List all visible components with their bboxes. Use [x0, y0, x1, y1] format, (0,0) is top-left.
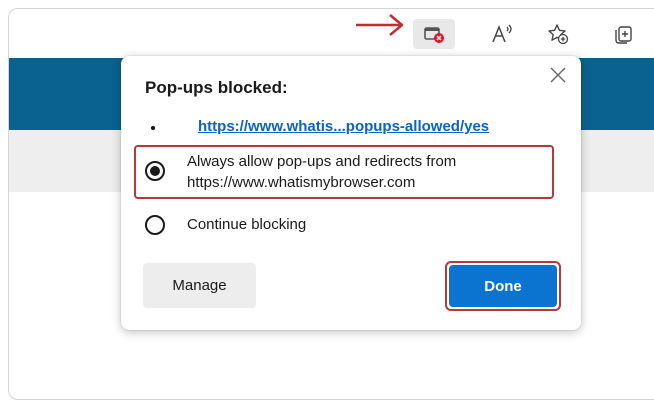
popup-blocked-dialog: Pop-ups blocked: https://www.whatis...po…: [121, 56, 581, 330]
continue-blocking-radio[interactable]: [145, 215, 165, 235]
continue-blocking-label: Continue blocking: [187, 216, 307, 233]
close-icon[interactable]: [549, 66, 567, 84]
annotation-arrow: [356, 14, 404, 36]
add-favorite-button[interactable]: [545, 21, 571, 47]
always-allow-label-line1: Always allow pop-ups and redirects from: [187, 153, 457, 170]
blocked-popup-link[interactable]: https://www.whatis...popups-allowed/yes: [198, 118, 489, 135]
collections-button[interactable]: [611, 21, 637, 47]
favorites-add-icon: [546, 22, 570, 46]
list-bullet: [151, 126, 155, 130]
done-button[interactable]: Done: [449, 265, 557, 307]
popup-blocked-icon: [422, 24, 446, 44]
always-allow-radio[interactable]: [145, 161, 165, 181]
collections-icon: [612, 22, 636, 46]
popup-blocked-button[interactable]: [413, 19, 455, 49]
always-allow-label: Always allow pop-ups and redirects from …: [187, 151, 456, 193]
always-allow-label-line2: https://www.whatismybrowser.com: [187, 174, 416, 191]
manage-button[interactable]: Manage: [143, 263, 256, 308]
read-aloud-icon: [490, 23, 514, 45]
read-aloud-button[interactable]: [489, 21, 515, 47]
always-allow-option[interactable]: Always allow pop-ups and redirects from …: [145, 151, 456, 193]
browser-toolbar: [9, 9, 654, 58]
done-highlight-box: Done: [445, 261, 561, 311]
continue-blocking-option[interactable]: Continue blocking: [145, 214, 306, 235]
dialog-title: Pop-ups blocked:: [145, 78, 288, 97]
